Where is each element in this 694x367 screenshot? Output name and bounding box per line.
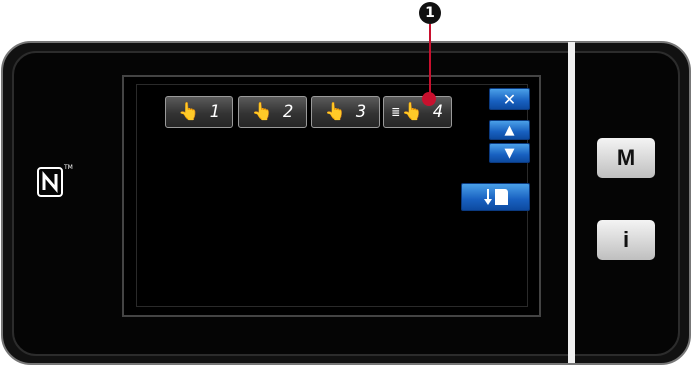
thread-down-icon [483,189,508,205]
hand-icon: 👆 [178,102,200,122]
panel-divider [568,42,575,363]
arrow-down-icon: ▼ [504,145,515,161]
mode-button-label: 1 [209,102,220,122]
scroll-down-button[interactable]: ▼ [489,143,530,163]
callout-number: 1 [419,2,441,24]
callout-line [429,24,431,97]
scroll-up-button[interactable]: ▲ [489,120,530,140]
callout-dot [422,92,436,106]
mode-button-label: 2 [282,102,294,122]
hand-icon: 👆 [324,102,346,122]
mode-button-3[interactable]: 👆 3 [311,96,380,128]
stitch-lines-icon: ≣ [391,104,400,120]
info-button[interactable]: i [597,220,655,260]
mode-button-label: 3 [355,102,367,122]
mode-button-1[interactable]: 👆 1 [165,96,233,128]
arrow-up-icon: ▲ [504,122,515,138]
nfc-icon [37,167,63,197]
mode-menu-button[interactable]: M [597,138,655,178]
thread-down-button[interactable] [461,183,530,211]
info-icon: i [622,227,630,252]
mode-button-label: 4 [432,102,444,122]
mode-button-2[interactable]: 👆 2 [238,96,307,128]
mode-label: M [616,145,636,170]
trademark-mark: TM [64,164,73,171]
hand-icon: 👆 [251,102,273,122]
close-button[interactable]: ✕ [489,88,530,110]
mode-button-4[interactable]: ≣ 👆 4 [383,96,452,128]
close-icon: ✕ [502,89,517,109]
hand-icon: 👆 [401,102,423,122]
